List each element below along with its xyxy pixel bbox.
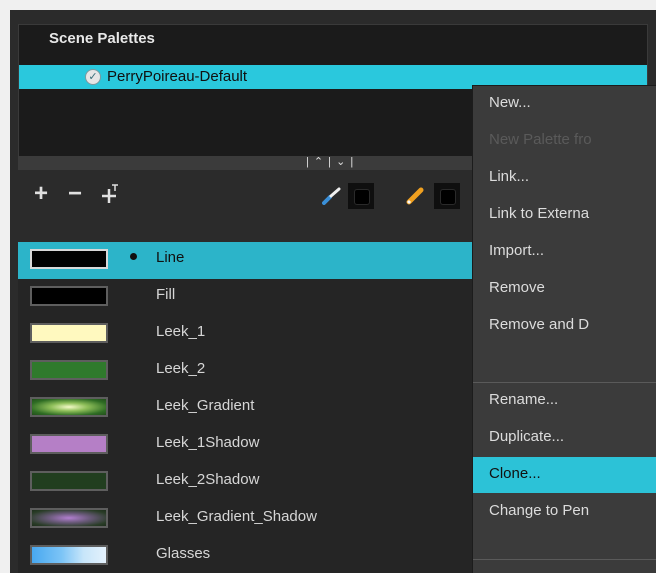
menu-item-duplicate[interactable]: Duplicate... [473,420,656,456]
color-name: Leek_Gradient [156,397,255,414]
collapse-expand-icon[interactable]: | ⌃ | ⌄ | [306,155,354,168]
color-swatch [30,471,108,491]
color-name: Leek_1 [156,323,206,340]
color-name: Fill [156,286,176,303]
menu-item-new-palette-from[interactable]: New Palette fro [473,123,656,159]
brush-icon [322,187,342,208]
color-name: Glasses [156,545,211,562]
color-swatch [30,545,108,565]
color-swatch [30,360,108,380]
menu-separator [473,559,656,560]
pencil-color-swatch[interactable] [434,183,460,209]
color-name: Leek_1Shadow [156,434,260,451]
scene-palettes-header: Scene Palettes [49,30,155,47]
menu-item-clone[interactable]: Clone... [473,457,656,493]
menu-item-rename[interactable]: Rename... [473,383,656,419]
current-color-indicator [130,253,137,260]
color-name: Leek_2 [156,360,206,377]
menu-item-remove-and-delete[interactable]: Remove and D [473,308,656,344]
menu-item-link[interactable]: Link... [473,160,656,196]
brush-color-swatch[interactable] [348,183,374,209]
menu-item-link-to-external[interactable]: Link to Externa [473,197,656,233]
color-name: Line [156,249,185,266]
remove-color-button[interactable]: − [68,182,82,206]
check-icon: ✓ [85,69,101,85]
menu-item-new[interactable]: New... [473,86,656,122]
color-swatch [30,249,108,269]
pencil-icon [406,187,426,208]
palette-view-panel: Scene Palettes ✓ PerryPoireau-Default | … [10,10,656,573]
color-swatch [30,397,108,417]
add-color-button[interactable]: + [34,182,48,206]
menu-item-remove[interactable]: Remove [473,271,656,307]
color-name: Leek_Gradient_Shadow [156,508,317,525]
color-name: Leek_2Shadow [156,471,260,488]
palette-name: PerryPoireau-Default [107,68,248,85]
color-swatch [30,434,108,454]
color-swatch [30,508,108,528]
color-swatch [30,323,108,343]
menu-item-import[interactable]: Import... [473,234,656,270]
context-menu: New... New Palette fro Link... Link to E… [472,85,656,573]
menu-item-change-to-pencil[interactable]: Change to Pen [473,494,656,530]
color-swatch [30,286,108,306]
add-texture-icon[interactable] [101,183,119,208]
